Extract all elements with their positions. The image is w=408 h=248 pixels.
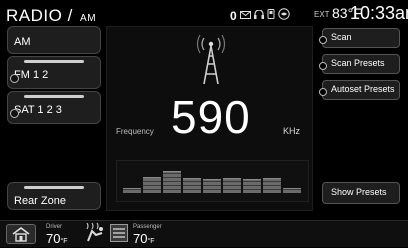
antenna-icon bbox=[196, 32, 226, 89]
sat-label: SAT 1 2 3 bbox=[14, 104, 62, 116]
title-subtitle: AM bbox=[80, 13, 97, 24]
am-button[interactable]: AM bbox=[7, 26, 101, 54]
passenger-temp-unit: °F bbox=[147, 238, 155, 245]
equalizer-bar bbox=[243, 179, 261, 193]
headphones-icon bbox=[253, 8, 264, 22]
sat-button[interactable]: SAT 1 2 3 bbox=[7, 91, 101, 124]
sat-select-dot bbox=[10, 109, 19, 118]
clock: 10:33am bbox=[350, 3, 408, 23]
show-presets-label: Show Presets bbox=[331, 187, 387, 197]
autoset-presets-select-dot bbox=[319, 88, 327, 96]
home-icon bbox=[12, 227, 30, 242]
channel-number: 0 bbox=[230, 8, 237, 23]
equalizer-bar bbox=[263, 178, 281, 193]
fm-select-dot bbox=[10, 74, 19, 83]
equalizer-bar bbox=[163, 171, 181, 193]
frequency-value: 590 bbox=[171, 91, 251, 143]
scan-label: Scan bbox=[331, 32, 352, 42]
autoset-presets-label: Autoset Presets bbox=[331, 84, 395, 94]
driver-temp-unit: °F bbox=[60, 238, 68, 245]
driver-temp-value: 70 bbox=[46, 231, 61, 246]
fm-label: FM 1 2 bbox=[14, 69, 49, 81]
driver-temp[interactable]: 70°F bbox=[46, 231, 68, 246]
passenger-temp[interactable]: 70°F bbox=[133, 231, 155, 246]
equalizer-bar bbox=[203, 179, 221, 193]
radio-screen: RADIO / AM 0 EXT 83°F 10:33am AM FM 1 2 … bbox=[0, 0, 408, 248]
scan-presets-button[interactable]: Scan Presets bbox=[319, 54, 400, 74]
seat-heat-icon[interactable] bbox=[84, 222, 106, 248]
fm-button[interactable]: FM 1 2 bbox=[7, 56, 101, 89]
phone-icon bbox=[267, 9, 275, 22]
autoset-presets-button[interactable]: Autoset Presets bbox=[319, 80, 400, 100]
equalizer-bar bbox=[223, 178, 241, 193]
show-presets-button[interactable]: Show Presets bbox=[322, 182, 400, 204]
passenger-temp-value: 70 bbox=[133, 231, 148, 246]
scan-button[interactable]: Scan bbox=[319, 28, 400, 48]
title-text: RADIO bbox=[6, 6, 63, 25]
am-label: AM bbox=[14, 36, 31, 48]
status-icons: 0 bbox=[230, 8, 290, 23]
frequency-unit: KHz bbox=[283, 126, 301, 136]
driver-label: Driver bbox=[46, 224, 62, 230]
scan-presets-label: Scan Presets bbox=[331, 58, 385, 68]
home-button[interactable] bbox=[6, 224, 36, 244]
passenger-label: Passenger bbox=[133, 224, 162, 230]
scan-presets-select-dot bbox=[319, 62, 327, 70]
sat-indicator-bar bbox=[24, 95, 84, 98]
outside-temp-label: EXT bbox=[314, 10, 330, 19]
mail-icon bbox=[239, 10, 251, 22]
rear-zone-button[interactable]: Rear Zone bbox=[7, 182, 101, 210]
rear-zone-indicator-bar bbox=[24, 186, 84, 189]
equalizer-bar bbox=[283, 188, 301, 193]
signal-equalizer bbox=[116, 160, 309, 202]
frequency-label: Frequency bbox=[116, 127, 154, 136]
equalizer-bar bbox=[183, 178, 201, 193]
rear-zone-label: Rear Zone bbox=[14, 195, 66, 207]
title-slash: / bbox=[67, 6, 73, 25]
equalizer-bar bbox=[123, 188, 141, 193]
page-title: RADIO / AM bbox=[6, 6, 96, 26]
scan-select-dot bbox=[319, 36, 327, 44]
fm-indicator-bar bbox=[24, 60, 84, 63]
defrost-icon[interactable] bbox=[110, 224, 128, 247]
equalizer-bar bbox=[143, 177, 161, 193]
voice-icon bbox=[277, 8, 290, 23]
